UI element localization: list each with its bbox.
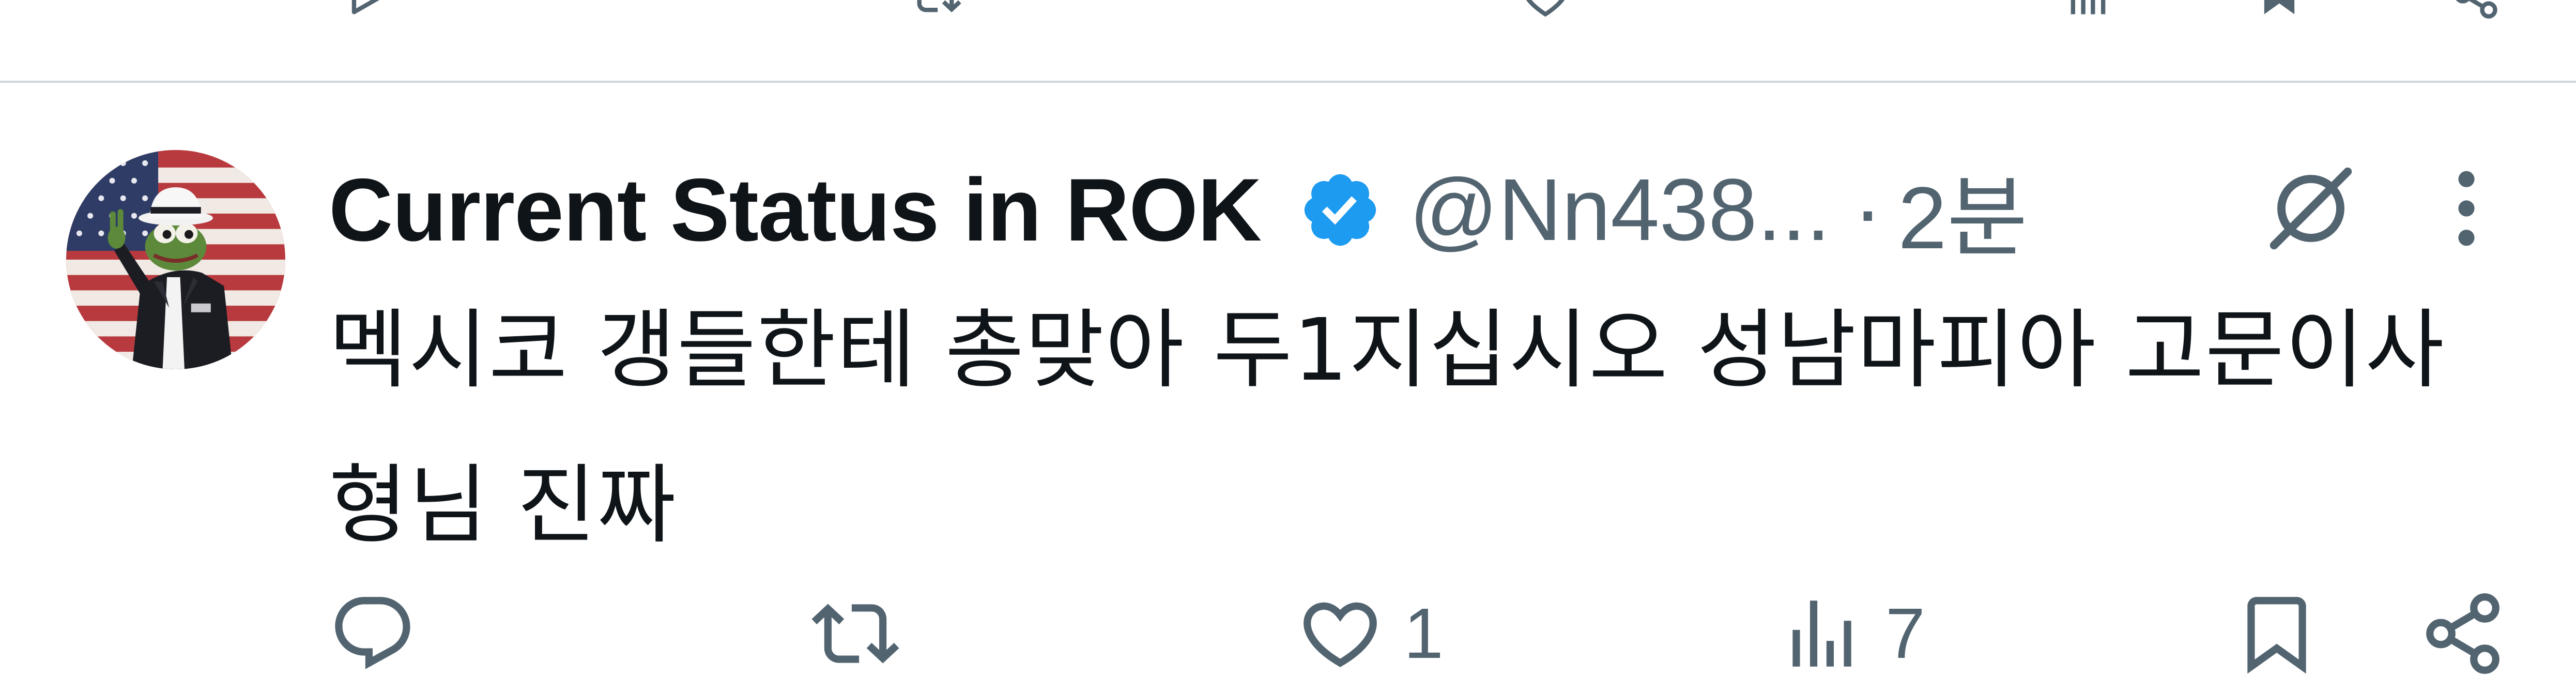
tweet-text-line: 형님 진짜 (329, 456, 677, 555)
tweet-text: 멕시코 갱들한테 총맞아 두1지십시오 성남마피아 고문이사 형님 진짜 (329, 273, 2448, 583)
author-handle[interactable]: @Nn438... (1409, 159, 1830, 261)
share-icon[interactable] (2450, 0, 2502, 21)
frog-in-suit-flag-avatar-icon (66, 150, 285, 369)
views-icon (1778, 590, 1866, 678)
like-count: 1 (1404, 593, 1444, 673)
views-button[interactable]: 7 (1778, 590, 1925, 678)
retweet-button[interactable] (811, 590, 919, 678)
heart-icon[interactable] (1520, 0, 1571, 21)
bookmark-button[interactable] (2233, 590, 2321, 678)
bookmark-icon (2233, 590, 2321, 678)
bookmark-icon[interactable] (2253, 0, 2305, 21)
reply-icon (329, 590, 417, 678)
avatar[interactable] (66, 150, 285, 369)
heart-icon (1296, 590, 1384, 678)
share-button[interactable] (2419, 590, 2507, 678)
retweet-icon (811, 590, 899, 678)
reply-button[interactable] (329, 590, 436, 678)
display-name[interactable]: Current Status in ROK (329, 159, 1262, 261)
verified-badge-icon (1298, 168, 1382, 252)
tweet-text-line: 멕시코 갱들한테 총맞아 두1지십시오 성남마피아 고문이사 (329, 301, 2445, 400)
separator-dot: · (1853, 161, 1883, 259)
tweet-divider (0, 81, 2576, 83)
play-icon[interactable] (341, 0, 393, 21)
more-options-icon[interactable] (2450, 164, 2483, 252)
tweet-header: Current Status in ROK @Nn438... · 2분 (329, 153, 2028, 267)
share-icon (2419, 590, 2507, 678)
views-icon[interactable] (2062, 0, 2114, 21)
grok-icon[interactable] (2262, 159, 2360, 258)
retweet-icon[interactable] (910, 0, 961, 21)
previous-tweet-actions (0, 0, 2576, 21)
timestamp[interactable]: 2분 (1898, 146, 2028, 274)
views-count: 7 (1885, 593, 1925, 673)
like-button[interactable]: 1 (1296, 590, 1444, 678)
